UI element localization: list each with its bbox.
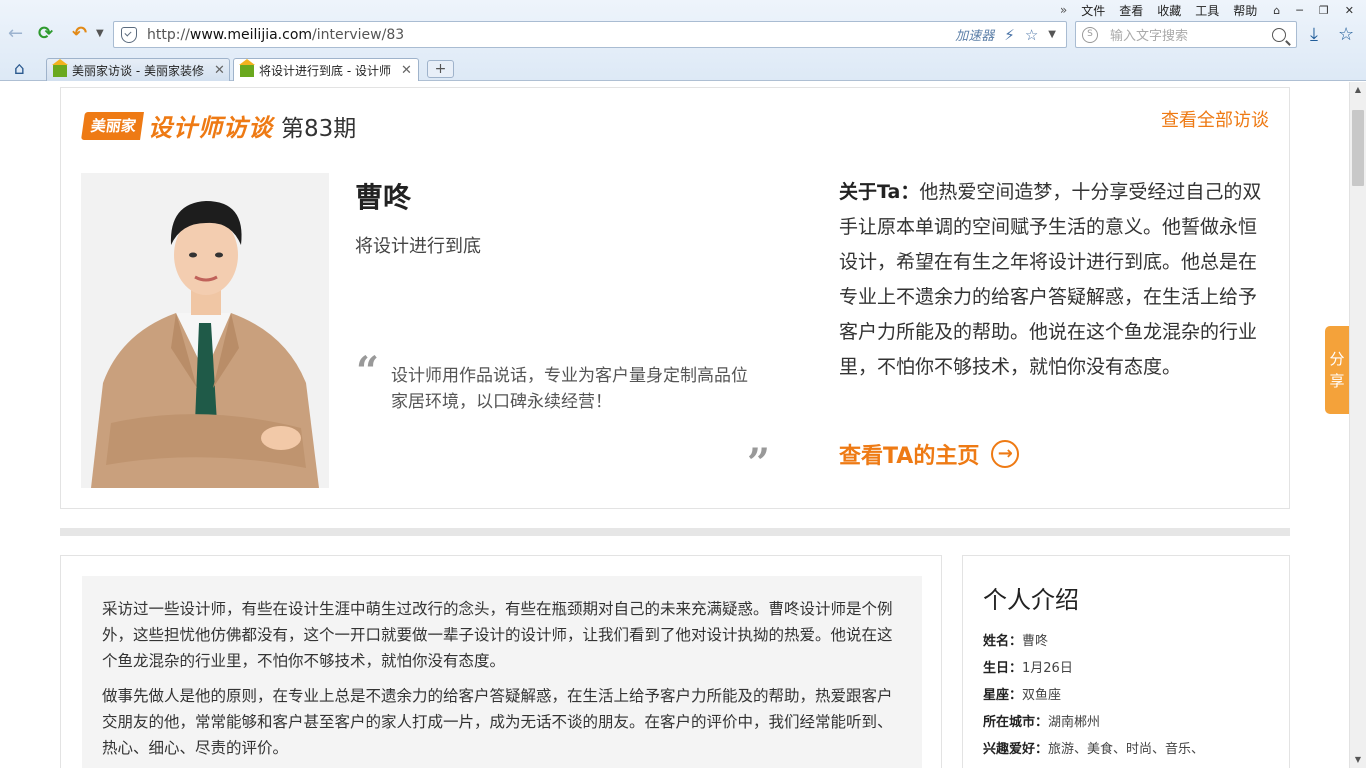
new-tab-button[interactable]: +	[427, 60, 454, 78]
search-engine-icon[interactable]: S	[1082, 26, 1098, 43]
view-all-interviews-link[interactable]: 查看全部访谈	[1161, 106, 1269, 132]
search-box[interactable]: S 输入文字搜索	[1075, 21, 1297, 48]
article-paragraph: 做事先做人是他的原则，在专业上总是不遗余力的给客户答疑解惑，在生活上给予客户力所…	[102, 687, 893, 757]
designer-portrait-image	[81, 173, 329, 488]
share-button[interactable]: 分享	[1325, 326, 1349, 414]
arrow-right-circle-icon: →	[991, 440, 1020, 468]
menu-favorites[interactable]: 收藏	[1157, 2, 1181, 19]
scroll-thumb[interactable]	[1352, 110, 1364, 186]
more-menu-icon[interactable]: »	[1060, 3, 1067, 17]
scroll-up-icon[interactable]: ▲	[1350, 82, 1366, 98]
designer-name: 曹咚	[355, 181, 412, 214]
search-icon[interactable]	[1272, 27, 1286, 42]
download-icon[interactable]: ⤓	[1310, 24, 1318, 45]
home-icon[interactable]: ⌂	[14, 59, 25, 79]
accelerator-label[interactable]: 加速器	[955, 25, 994, 44]
close-window-button[interactable]: ✕	[1345, 4, 1354, 17]
search-input[interactable]: 输入文字搜索	[1110, 25, 1272, 44]
menu-file[interactable]: 文件	[1081, 2, 1105, 19]
interview-logo[interactable]: 美丽家 设计师访谈 第83期	[81, 108, 357, 143]
skin-icon[interactable]: ⌂	[1273, 4, 1280, 17]
site-favicon-icon	[239, 59, 255, 77]
about-label: 关于Ta：	[839, 181, 920, 203]
undo-dropdown-icon[interactable]: ▼	[96, 24, 104, 44]
article-intro: 采访过一些设计师，有些在设计生涯中萌生过改行的念头，有些在瓶颈期对自己的未来充满…	[82, 576, 922, 768]
url-text[interactable]: http://www.meilijia.com/interview/83	[147, 27, 955, 43]
favorite-star-icon[interactable]: ☆	[1025, 26, 1038, 44]
article-paragraph: 采访过一些设计师，有些在设计生涯中萌生过改行的念头，有些在瓶颈期对自己的未来充满…	[102, 600, 893, 670]
logo-series: 设计师访谈	[148, 114, 274, 142]
security-shield-icon	[121, 26, 137, 43]
about-designer: 关于Ta：他热爱空间造梦，十分享受经过自己的双手让原本单调的空间赋予生活的意义。…	[839, 175, 1271, 385]
issue-number: 第83期	[281, 115, 357, 142]
section-divider	[60, 528, 1290, 536]
profile-item-hobbies: 兴趣爱好：旅游、美食、时尚、音乐、	[983, 742, 1205, 757]
view-homepage-link[interactable]: 查看TA的主页 →	[839, 438, 1020, 470]
scroll-down-icon[interactable]: ▼	[1350, 752, 1366, 768]
menu-bar: » 文件 查看 收藏 工具 帮助 ⌂ ─ ❐ ✕	[1046, 0, 1366, 20]
refresh-icon[interactable]: ⟳	[38, 24, 53, 44]
tab-title: 将设计进行到底 - 设计师	[259, 63, 391, 78]
profile-title: 个人介绍	[983, 586, 1079, 614]
browser-chrome: » 文件 查看 收藏 工具 帮助 ⌂ ─ ❐ ✕ ← ⟳ ↶ ▼ http://…	[0, 0, 1366, 81]
designer-quote: 设计师用作品说话，专业为客户量身定制高品位家居环境，以口碑永续经营！	[391, 366, 748, 412]
tab-close-icon[interactable]: ✕	[401, 63, 412, 78]
designer-motto: 将设计进行到底	[355, 236, 481, 257]
menu-help[interactable]: 帮助	[1233, 2, 1257, 19]
profile-list: 姓名：曹咚 生日：1月26日 星座：双鱼座 所在城市：湖南郴州 兴趣爱好：旅游、…	[983, 628, 1204, 763]
tab-title: 美丽家访谈 - 美丽家装修	[72, 63, 204, 78]
logo-brand: 美丽家	[81, 111, 144, 140]
page-scrollbar[interactable]: ▲ ▼	[1349, 82, 1366, 768]
menu-tools[interactable]: 工具	[1195, 2, 1219, 19]
site-favicon-icon	[52, 59, 68, 77]
tab-interviews[interactable]: 美丽家访谈 - 美丽家装修 ✕	[46, 58, 230, 81]
tab-strip: ⌂ 美丽家访谈 - 美丽家装修 ✕ 将设计进行到底 - 设计师 ✕ +	[0, 55, 1366, 81]
profile-item-name: 姓名：曹咚	[983, 634, 1049, 649]
about-text: 他热爱空间造梦，十分享受经过自己的双手让原本单调的空间赋予生活的意义。他誓做永恒…	[839, 181, 1262, 378]
minimize-button[interactable]: ─	[1296, 4, 1303, 17]
designer-photo	[81, 173, 329, 488]
undo-icon[interactable]: ↶	[72, 24, 87, 44]
profile-item-birthday: 生日：1月26日	[983, 661, 1073, 676]
menu-view[interactable]: 查看	[1119, 2, 1143, 19]
interview-article: 采访过一些设计师，有些在设计生涯中萌生过改行的念头，有些在瓶颈期对自己的未来充满…	[60, 555, 942, 768]
tab-close-icon[interactable]: ✕	[214, 63, 225, 78]
address-bar[interactable]: http://www.meilijia.com/interview/83 加速器…	[113, 21, 1067, 48]
profile-panel: 个人介绍 姓名：曹咚 生日：1月26日 星座：双鱼座 所在城市：湖南郴州 兴趣爱…	[962, 555, 1290, 768]
close-quote-icon: ”	[747, 440, 771, 487]
restore-button[interactable]: ❐	[1319, 4, 1329, 17]
tab-current-interview[interactable]: 将设计进行到底 - 设计师 ✕	[233, 58, 419, 81]
url-dropdown-icon[interactable]: ▼	[1048, 29, 1056, 40]
homepage-link-label: 查看TA的主页	[839, 444, 980, 469]
profile-item-city: 所在城市：湖南郴州	[983, 715, 1101, 730]
profile-item-zodiac: 星座：双鱼座	[983, 688, 1062, 703]
back-arrow-icon[interactable]: ←	[8, 24, 23, 44]
interview-header-card: 美丽家 设计师访谈 第83期 查看全部访谈 曹咚 将设计进行到底 “ 设计师用作…	[60, 87, 1290, 509]
open-quote-icon: “	[356, 348, 380, 395]
lightning-icon[interactable]: ⚡	[1004, 26, 1015, 44]
bookmark-star-icon[interactable]: ☆	[1338, 24, 1354, 45]
